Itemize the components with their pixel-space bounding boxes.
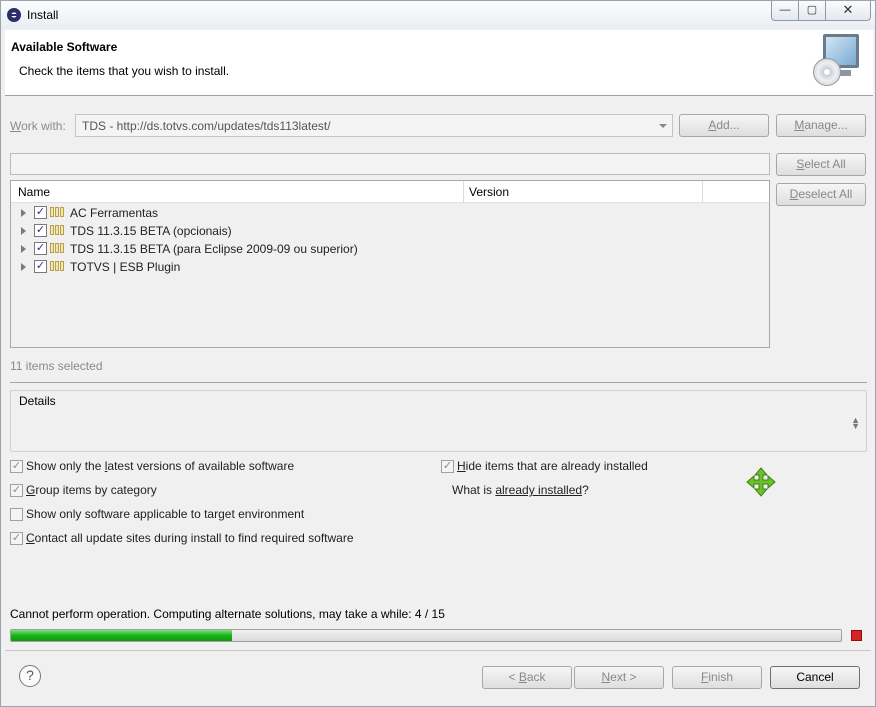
- row-checkbox[interactable]: ✓: [34, 224, 47, 237]
- row-label: TOTVS | ESB Plugin: [70, 260, 181, 274]
- work-with-label: Work with:: [10, 119, 66, 133]
- table-row[interactable]: ✓ TDS 11.3.15 BETA (opcionais): [11, 222, 769, 240]
- eclipse-icon: [7, 8, 21, 22]
- contact-update-sites-checkbox[interactable]: ✓: [10, 532, 23, 545]
- contact-update-sites-label: Contact all update sites during install …: [26, 531, 354, 545]
- move-cursor-icon: [746, 467, 776, 497]
- deselect-all-button[interactable]: Deselect All: [776, 183, 866, 206]
- title-bar: Install — ▢ ✕: [1, 1, 875, 29]
- row-checkbox[interactable]: ✓: [34, 206, 47, 219]
- help-button[interactable]: ?: [19, 665, 41, 687]
- table-row[interactable]: ✓ TDS 11.3.15 BETA (para Eclipse 2009-09…: [11, 240, 769, 258]
- package-icon: [50, 207, 66, 217]
- package-icon: [50, 261, 66, 271]
- table-row[interactable]: ✓ TOTVS | ESB Plugin: [11, 258, 769, 276]
- table-header: Name Version: [11, 181, 769, 203]
- package-icon: [50, 225, 66, 235]
- progress-bar: [10, 629, 842, 642]
- row-checkbox[interactable]: ✓: [34, 242, 47, 255]
- what-is-installed-text: What is already installed?: [452, 483, 589, 497]
- hide-installed-label: Hide items that are already installed: [457, 459, 648, 473]
- header-banner: Available Software Check the items that …: [5, 30, 873, 96]
- install-monitor-icon: [813, 34, 859, 86]
- finish-button[interactable]: Finish: [672, 666, 762, 689]
- expand-icon[interactable]: [21, 263, 26, 271]
- table-row[interactable]: ✓ AC Ferramentas: [11, 204, 769, 222]
- row-checkbox[interactable]: ✓: [34, 260, 47, 273]
- close-button[interactable]: ✕: [825, 1, 871, 21]
- page-title: Available Software: [11, 40, 118, 54]
- footer-divider: [5, 650, 871, 651]
- back-button[interactable]: < Back: [482, 666, 572, 689]
- maximize-button[interactable]: ▢: [798, 1, 826, 21]
- install-dialog: Install — ▢ ✕ Available Software Check t…: [0, 0, 876, 707]
- cancel-button[interactable]: Cancel: [770, 666, 860, 689]
- minimize-button[interactable]: —: [771, 1, 799, 21]
- window-title: Install: [27, 8, 59, 22]
- column-name[interactable]: Name: [18, 185, 50, 199]
- status-message: Cannot perform operation. Computing alte…: [10, 607, 445, 621]
- scroll-arrows-icon[interactable]: ▲ ▼: [851, 416, 860, 431]
- page-subtitle: Check the items that you wish to install…: [19, 64, 230, 78]
- next-button[interactable]: Next >: [574, 666, 664, 689]
- expand-icon[interactable]: [21, 245, 26, 253]
- select-all-button[interactable]: Select All: [776, 153, 866, 176]
- add-button[interactable]: Add...: [679, 114, 769, 137]
- applicable-only-checkbox[interactable]: [10, 508, 23, 521]
- details-group: Details ▲ ▼: [10, 390, 867, 452]
- group-by-category-label: Group items by category: [26, 483, 157, 497]
- work-with-combo[interactable]: TDS - http://ds.totvs.com/updates/tds113…: [75, 114, 673, 137]
- column-version[interactable]: Version: [469, 185, 509, 199]
- divider: [10, 382, 867, 383]
- latest-versions-checkbox[interactable]: ✓: [10, 460, 23, 473]
- details-label: Details: [19, 394, 56, 408]
- filter-input[interactable]: [10, 153, 770, 175]
- applicable-only-label: Show only software applicable to target …: [26, 507, 305, 521]
- chevron-down-icon: [659, 124, 667, 128]
- selection-count: 11 items selected: [10, 359, 103, 373]
- stop-button[interactable]: [851, 630, 862, 641]
- expand-icon[interactable]: [21, 209, 26, 217]
- manage-button[interactable]: Manage...: [776, 114, 866, 137]
- latest-versions-label: Show only the latest versions of availab…: [26, 459, 295, 473]
- row-label: TDS 11.3.15 BETA (para Eclipse 2009-09 o…: [70, 242, 358, 256]
- already-installed-link[interactable]: already installed: [495, 483, 582, 497]
- work-with-value: TDS - http://ds.totvs.com/updates/tds113…: [82, 119, 331, 133]
- expand-icon[interactable]: [21, 227, 26, 235]
- hide-installed-checkbox[interactable]: ✓: [441, 460, 454, 473]
- software-tree-table[interactable]: Name Version ✓ AC Ferramentas ✓ TDS 11.3…: [10, 180, 770, 348]
- row-label: TDS 11.3.15 BETA (opcionais): [70, 224, 232, 238]
- row-label: AC Ferramentas: [70, 206, 159, 220]
- group-by-category-checkbox[interactable]: ✓: [10, 484, 23, 497]
- progress-fill: [11, 630, 232, 641]
- package-icon: [50, 243, 66, 253]
